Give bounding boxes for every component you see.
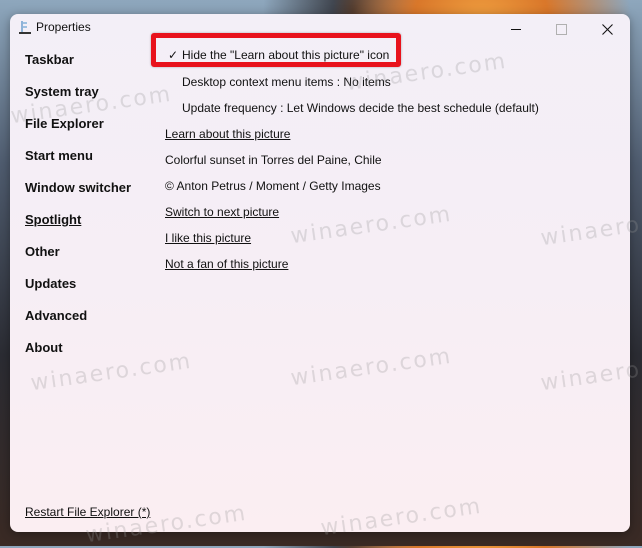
window-title: Properties (36, 20, 91, 34)
app-icon (19, 21, 31, 34)
properties-window: Properties Taskbar System tray File Expl… (10, 14, 630, 532)
picture-title: Colorful sunset in Torres del Paine, Chi… (165, 153, 382, 167)
sidebar-item-window-switcher[interactable]: Window switcher (25, 180, 131, 195)
like-picture-link[interactable]: I like this picture (165, 231, 251, 245)
maximize-icon (555, 23, 567, 35)
close-icon (601, 23, 613, 35)
dislike-picture-link[interactable]: Not a fan of this picture (165, 257, 288, 271)
minimize-button[interactable] (493, 14, 539, 44)
update-frequency-option[interactable]: Update frequency : Let Windows decide th… (182, 101, 539, 115)
sidebar-item-spotlight[interactable]: Spotlight (25, 212, 81, 227)
switch-next-picture-link[interactable]: Switch to next picture (165, 205, 279, 219)
sidebar-item-start-menu[interactable]: Start menu (25, 148, 93, 163)
context-menu-items-option[interactable]: Desktop context menu items : No items (182, 75, 391, 89)
sidebar-item-about[interactable]: About (25, 340, 63, 355)
maximize-button[interactable] (538, 14, 584, 44)
sidebar-item-taskbar[interactable]: Taskbar (25, 52, 74, 67)
sidebar-item-other[interactable]: Other (25, 244, 60, 259)
sidebar-item-system-tray[interactable]: System tray (25, 84, 99, 99)
picture-credit: © Anton Petrus / Moment / Getty Images (165, 179, 381, 193)
sidebar-item-updates[interactable]: Updates (25, 276, 76, 291)
sidebar-item-file-explorer[interactable]: File Explorer (25, 116, 104, 131)
learn-about-picture-link[interactable]: Learn about this picture (165, 127, 290, 141)
sidebar-item-advanced[interactable]: Advanced (25, 308, 87, 323)
minimize-icon (511, 28, 521, 30)
restart-file-explorer-link[interactable]: Restart File Explorer (*) (25, 505, 150, 519)
close-button[interactable] (584, 14, 630, 44)
annotation-highlight-box (151, 33, 401, 67)
